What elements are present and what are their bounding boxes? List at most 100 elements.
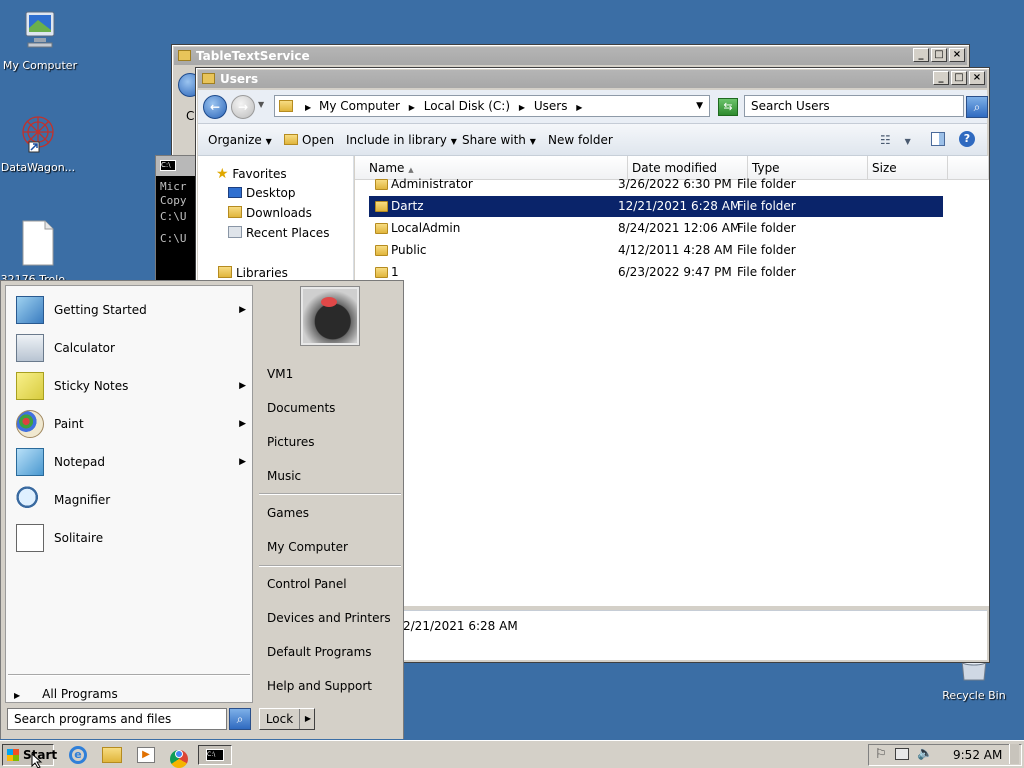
- user-avatar[interactable]: [301, 287, 359, 345]
- lock-button[interactable]: Lock: [260, 709, 300, 729]
- file-type: File folder: [737, 265, 796, 279]
- back-arrow-icon[interactable]: ←: [203, 95, 227, 119]
- paint-icon: [16, 410, 44, 438]
- maximize-button[interactable]: □: [931, 48, 947, 62]
- start-item-games[interactable]: Games: [267, 502, 309, 524]
- nav-favorites[interactable]: ★ Favorites: [216, 166, 287, 182]
- libraries-icon: [218, 266, 232, 278]
- start-program-item[interactable]: Paint ▶: [12, 406, 250, 442]
- breadcrumb-arrow[interactable]: ▶: [409, 103, 415, 112]
- start-button[interactable]: Start: [2, 744, 57, 766]
- maximize-button[interactable]: □: [951, 71, 967, 85]
- start-program-label: Getting Started: [54, 303, 147, 317]
- desktop-icon-label: DataWagon...: [0, 161, 76, 174]
- action-center-flag-icon[interactable]: ⚐: [875, 747, 887, 762]
- network-icon[interactable]: [895, 748, 909, 760]
- shutdown-options-arrow[interactable]: ▶: [302, 709, 314, 729]
- breadcrumb-users[interactable]: Users: [534, 99, 568, 113]
- console-line: Copy: [160, 194, 187, 207]
- desktop-icon-label: Recycle Bin: [942, 689, 1006, 702]
- desktop-icon-my-computer[interactable]: My Computer: [0, 10, 80, 72]
- chrome-icon[interactable]: [169, 745, 193, 768]
- file-row[interactable]: LocalAdmin 8/24/2021 12:06 AM File folder: [369, 218, 943, 239]
- nav-desktop[interactable]: Desktop: [228, 186, 296, 200]
- sticky-notes-icon: [16, 372, 44, 400]
- file-row[interactable]: Dartz 12/21/2021 6:28 AM File folder: [369, 196, 943, 217]
- start-program-item[interactable]: Sticky Notes ▶: [12, 368, 250, 404]
- close-button[interactable]: ×: [949, 48, 965, 62]
- address-bar[interactable]: ▶ My Computer ▶ Local Disk (C:) ▶ Users …: [274, 95, 710, 117]
- preview-pane-icon[interactable]: [931, 132, 945, 146]
- organize-button[interactable]: Organize ▼: [208, 133, 272, 147]
- start-program-item[interactable]: Calculator: [12, 330, 250, 366]
- start-item-pictures[interactable]: Pictures: [267, 431, 315, 453]
- show-desktop-button[interactable]: [1009, 744, 1019, 764]
- desktop-icon-recycle-bin[interactable]: Recycle Bin: [934, 658, 1014, 702]
- minimize-button[interactable]: _: [913, 48, 929, 62]
- address-dropdown[interactable]: ▼: [696, 96, 703, 116]
- breadcrumb-my-computer[interactable]: My Computer: [319, 99, 400, 113]
- title-bar[interactable]: Users: [198, 70, 987, 88]
- all-programs-button[interactable]: ▶ All Programs: [12, 684, 250, 704]
- console-line: Micr: [160, 180, 187, 193]
- start-program-item[interactable]: Solitaire: [12, 520, 250, 556]
- search-icon[interactable]: ⌕: [229, 708, 251, 730]
- window-title: TableTextService: [196, 49, 310, 63]
- recent-pages-dropdown[interactable]: ▼: [258, 100, 264, 109]
- nav-libraries[interactable]: Libraries: [218, 266, 288, 280]
- include-in-library-button[interactable]: Include in library ▼: [346, 133, 457, 147]
- file-row[interactable]: Administrator 3/26/2022 6:30 PM File folde…: [369, 174, 943, 195]
- search-input[interactable]: Search Users: [744, 95, 964, 117]
- breadcrumb-arrow[interactable]: ▶: [305, 103, 311, 112]
- nav-downloads[interactable]: Downloads: [228, 206, 312, 220]
- start-item-user[interactable]: VM1: [267, 363, 293, 385]
- share-with-button[interactable]: Share with ▼: [462, 133, 536, 147]
- file-date: 3/26/2022 6:30 PM: [618, 177, 732, 191]
- new-folder-button[interactable]: New folder: [548, 133, 613, 147]
- windows-explorer-icon[interactable]: [100, 745, 124, 765]
- desktop-icon-datawagon[interactable]: DataWagon...: [0, 112, 78, 174]
- refresh-icon[interactable]: ⇆: [718, 98, 738, 116]
- forward-arrow-icon[interactable]: →: [231, 95, 255, 119]
- media-player-icon[interactable]: ▶: [135, 745, 159, 765]
- start-item-help-support[interactable]: Help and Support: [267, 675, 372, 697]
- breadcrumb-local-disk[interactable]: Local Disk (C:): [424, 99, 510, 113]
- open-button[interactable]: Open: [284, 133, 334, 147]
- start-item-default-programs[interactable]: Default Programs: [267, 641, 372, 663]
- start-search-input[interactable]: Search programs and files: [7, 708, 227, 730]
- folder-icon: [375, 223, 388, 234]
- breadcrumb-arrow[interactable]: ▶: [519, 103, 525, 112]
- start-program-item[interactable]: Magnifier: [12, 482, 250, 518]
- cmd-taskbar-button[interactable]: C:\: [198, 745, 232, 765]
- file-date: 4/12/2011 4:28 AM: [618, 243, 733, 257]
- file-row[interactable]: Public 4/12/2011 4:28 AM File folder: [369, 240, 943, 261]
- console-line: C:\U: [160, 210, 187, 223]
- console-title-bar[interactable]: C:\: [156, 156, 198, 176]
- start-item-devices-printers[interactable]: Devices and Printers: [267, 607, 391, 629]
- start-item-documents[interactable]: Documents: [267, 397, 335, 419]
- console-window[interactable]: C:\ Micr Copy C:\U C:\U: [155, 155, 198, 285]
- start-item-music[interactable]: Music: [267, 465, 301, 487]
- start-item-control-panel[interactable]: Control Panel: [267, 573, 347, 595]
- nav-recent-places[interactable]: Recent Places: [228, 226, 329, 240]
- desktop-icon-file[interactable]: 32176.Trolo...: [0, 220, 78, 286]
- start-item-my-computer[interactable]: My Computer: [267, 536, 348, 558]
- breadcrumb-arrow[interactable]: ▶: [576, 103, 582, 112]
- help-icon[interactable]: ?: [959, 131, 975, 147]
- file-date: 6/23/2022 9:47 PM: [618, 265, 732, 279]
- clock[interactable]: 9:52 AM: [953, 748, 1002, 762]
- file-name: Public: [391, 243, 427, 257]
- search-icon[interactable]: ⌕: [966, 96, 988, 118]
- file-type: File folder: [737, 199, 796, 213]
- close-button[interactable]: ×: [969, 71, 985, 85]
- start-menu-places: VM1 Documents Pictures Music Games My Co…: [257, 285, 403, 703]
- start-program-item[interactable]: Getting Started ▶: [12, 292, 250, 328]
- view-options-icon[interactable]: ☷ ▼: [880, 133, 911, 147]
- details-date: 2/21/2021 6:28 AM: [403, 619, 518, 633]
- internet-explorer-icon[interactable]: e: [68, 745, 92, 765]
- minimize-button[interactable]: _: [933, 71, 949, 85]
- title-bar[interactable]: TableTextService: [174, 47, 967, 65]
- volume-icon[interactable]: 🔈: [917, 746, 933, 761]
- file-row[interactable]: 1 6/23/2022 9:47 PM File folder: [369, 262, 943, 283]
- start-program-item[interactable]: Notepad ▶: [12, 444, 250, 480]
